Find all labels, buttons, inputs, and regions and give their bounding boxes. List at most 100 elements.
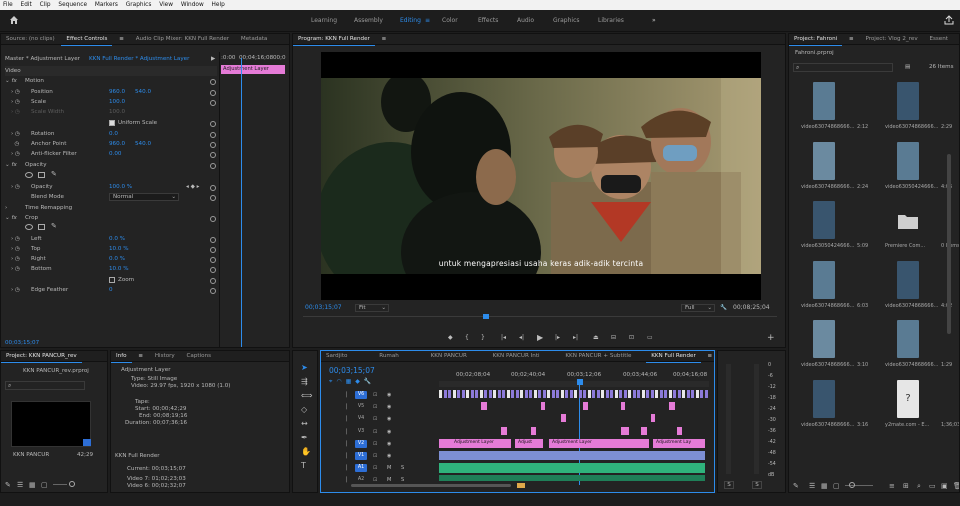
timeline-ruler[interactable] xyxy=(439,381,709,387)
trash-icon[interactable]: 🗑 xyxy=(953,482,959,490)
master-clip-label[interactable]: Master * Adjustment Layer xyxy=(5,54,80,64)
video-thumbnail[interactable] xyxy=(813,380,835,418)
pencil-icon[interactable]: ✎ xyxy=(793,482,799,490)
track-lock-icon[interactable]: ⊡ xyxy=(373,439,377,449)
program-timecode[interactable]: 00;03;15;07 xyxy=(305,303,342,313)
track-label[interactable]: A1 xyxy=(355,464,367,473)
v6-clip[interactable] xyxy=(484,390,487,398)
left-stopwatch-icon[interactable]: › ◷ xyxy=(11,234,20,244)
crop-left-reset-icon[interactable] xyxy=(210,237,216,243)
track-header[interactable]: V3 ▕ ⊡ ◉ xyxy=(321,427,439,437)
anchor-reset-icon[interactable] xyxy=(210,142,216,148)
opacity-keyframe-nav-icon[interactable]: ◂ ◆ ▸ xyxy=(186,182,199,192)
v4-clip[interactable] xyxy=(651,414,655,422)
track-label[interactable]: V2 xyxy=(355,439,367,448)
v6-clip[interactable] xyxy=(587,390,591,398)
track-controls-icons[interactable]: ▕ xyxy=(343,390,347,400)
v2-adjustment-clip-4[interactable]: Adjustment Lay xyxy=(653,439,705,448)
video-thumbnail[interactable] xyxy=(897,142,919,180)
mark-out-icon[interactable]: } xyxy=(481,334,485,341)
timeline-zoom-handle[interactable] xyxy=(517,483,525,488)
video-frame[interactable]: untuk mengapresiasi usaha keras adik-adi… xyxy=(316,52,761,312)
small-pencil-icon[interactable]: ✎ xyxy=(5,481,11,489)
position-reset-icon[interactable] xyxy=(210,90,216,96)
project-scrollbar[interactable] xyxy=(947,154,951,334)
crop-top-reset-icon[interactable] xyxy=(210,247,216,253)
tab-project-kkn[interactable]: Project: KKN PANCUR_rev xyxy=(1,351,82,363)
ec-timecode[interactable]: 00;03;15;07 xyxy=(5,338,39,347)
track-eye-icon[interactable]: ◉ xyxy=(387,402,391,412)
seq-tab-kkn-subtitle[interactable]: KKN PANCUR + Subtitle xyxy=(560,351,636,362)
workspace-effects[interactable]: Effects xyxy=(478,17,498,24)
v6-clip[interactable] xyxy=(650,390,654,398)
v6-clip[interactable] xyxy=(596,390,600,398)
track-solo-icon[interactable]: S xyxy=(401,463,404,473)
motion-expand-icon[interactable]: ⌄ fx xyxy=(5,76,17,86)
workspace-graphics[interactable]: Graphics xyxy=(553,17,580,24)
menu-help[interactable]: Help xyxy=(212,2,225,8)
tab-essential[interactable]: Essent xyxy=(924,34,953,45)
menu-view[interactable]: View xyxy=(159,2,173,8)
track-select-icon[interactable]: ⇶ xyxy=(301,377,308,386)
crop-section-reset-icon[interactable] xyxy=(210,216,216,222)
track-label[interactable]: V6 xyxy=(355,391,367,399)
track-lock-icon[interactable]: ⊡ xyxy=(373,414,377,424)
selection-tool-icon[interactable]: ➤ xyxy=(301,363,308,372)
compare-icon[interactable]: ▭ xyxy=(647,334,653,341)
program-playhead[interactable] xyxy=(483,314,489,319)
v6-clip[interactable] xyxy=(605,390,609,398)
workspace-audio[interactable]: Audio xyxy=(517,17,534,24)
v5-clip[interactable] xyxy=(583,402,588,410)
v6-clip[interactable] xyxy=(470,390,474,398)
v6-clip[interactable] xyxy=(461,390,465,398)
video-thumbnail[interactable] xyxy=(897,320,919,358)
v6-clip[interactable] xyxy=(601,390,604,398)
video-thumbnail[interactable] xyxy=(897,82,919,120)
v6-clip[interactable] xyxy=(502,390,505,398)
v6-clip[interactable] xyxy=(466,390,469,398)
v6-clip[interactable] xyxy=(614,390,618,398)
seq-tab-kkn-full[interactable]: KKN Full Render xyxy=(646,351,701,363)
v6-clip[interactable] xyxy=(646,390,649,398)
play-icon[interactable]: ▶ xyxy=(537,333,543,342)
edge-feather-value[interactable]: 0 xyxy=(109,285,113,295)
v6-clip[interactable] xyxy=(664,390,667,398)
timeline-h-scrollbar[interactable] xyxy=(351,484,511,487)
v5-clip[interactable] xyxy=(621,402,625,410)
crop-expand-icon[interactable]: ⌄ fx xyxy=(5,213,17,223)
tab-project-vlog[interactable]: Project: Vlog 2_rev xyxy=(860,34,922,45)
fit-select[interactable]: Fit ⌄ xyxy=(355,304,389,312)
zoom-slider-handle[interactable] xyxy=(849,482,855,488)
workspace-color[interactable]: Color xyxy=(442,17,458,24)
track-lock-icon[interactable]: ⊡ xyxy=(373,402,377,412)
video-thumbnail[interactable] xyxy=(813,201,835,239)
menu-markers[interactable]: Markers xyxy=(95,2,118,8)
play-clip-icon[interactable]: ▶ xyxy=(211,54,215,64)
track-lock-icon[interactable]: ⊡ xyxy=(373,427,377,437)
v6-clip[interactable] xyxy=(493,390,496,398)
effect-clip-bar[interactable]: Adjustment Layer xyxy=(221,65,285,74)
zoom-reset-icon[interactable] xyxy=(210,278,216,284)
tab-audio-clip-mixer[interactable]: Audio Clip Mixer: KKN Full Render xyxy=(131,34,234,45)
v6-clip[interactable] xyxy=(529,390,532,398)
crop-right-reset-icon[interactable] xyxy=(210,257,216,263)
track-header[interactable]: V2 ▕ ⊡ ◉ xyxy=(321,439,439,449)
v6-clip[interactable] xyxy=(641,390,645,398)
small-list-icon[interactable]: ☰ xyxy=(17,481,23,489)
v5-clip[interactable] xyxy=(481,402,487,410)
v6-clip[interactable] xyxy=(488,390,492,398)
menu-edit[interactable]: Edit xyxy=(21,2,32,8)
rotation-reset-icon[interactable] xyxy=(210,132,216,138)
track-label[interactable]: V4 xyxy=(355,415,367,423)
menu-window[interactable]: Window xyxy=(181,2,204,8)
crop-ellipse-mask-icon[interactable] xyxy=(25,224,33,230)
menu-file[interactable]: File xyxy=(3,2,13,8)
track-controls-icons[interactable]: ▕ xyxy=(343,439,347,449)
rotation-stopwatch-icon[interactable]: › ◷ xyxy=(11,129,20,139)
track-eye-icon[interactable]: ◉ xyxy=(387,414,391,424)
bottom-stopwatch-icon[interactable]: › ◷ xyxy=(11,264,20,274)
add-button-icon[interactable]: + xyxy=(767,333,775,343)
blend-mode-select[interactable]: Normal ⌄ xyxy=(109,193,179,201)
v4-clip[interactable] xyxy=(561,414,566,422)
menu-clip[interactable]: Clip xyxy=(40,2,51,8)
